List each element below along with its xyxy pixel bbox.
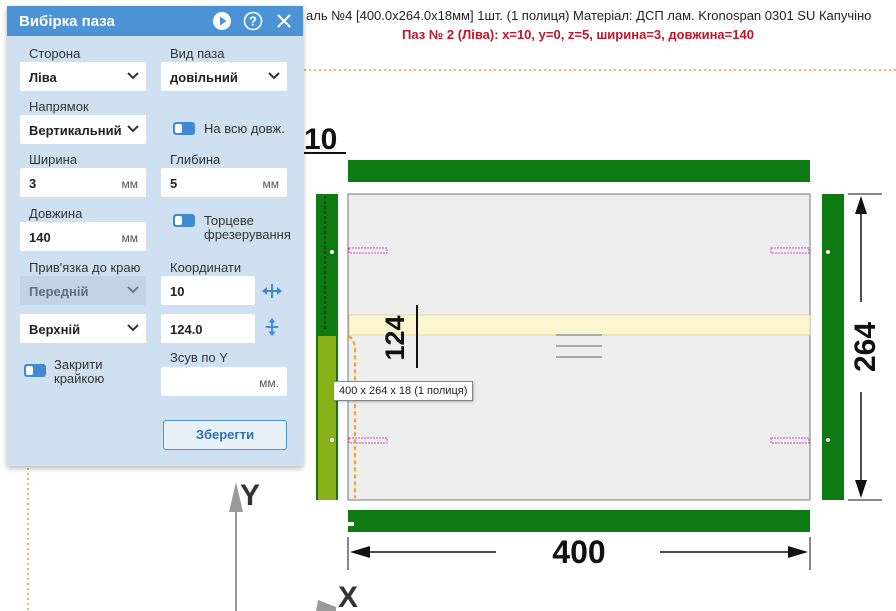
anchor-select-top[interactable]: Верхній <box>20 314 146 343</box>
coord-x-input[interactable]: 10 <box>161 276 255 305</box>
play-icon[interactable] <box>212 11 232 31</box>
chevron-down-icon <box>127 72 139 80</box>
groove-type-label: Вид паза <box>170 46 225 61</box>
edge-band-bottom[interactable] <box>348 510 810 532</box>
length-input[interactable]: 140 мм <box>20 222 146 251</box>
shift-y-label: Зсув по Y <box>170 350 228 365</box>
shift-y-unit: мм. <box>259 376 279 390</box>
length-unit: мм <box>121 231 139 245</box>
coord-y-value: 124.0 <box>170 322 203 337</box>
direction-label: Напрямок <box>29 99 89 114</box>
coords-label: Координати <box>170 260 242 275</box>
edge-band-right[interactable] <box>822 194 844 500</box>
dim-left-value: 124 <box>380 315 410 360</box>
axis-x-label: X <box>338 581 358 611</box>
groove-dialog: Вибірка паза ? Сторона Вид паза Ліва дов… <box>7 6 303 466</box>
coord-y-input[interactable]: 124.0 <box>161 314 255 343</box>
shift-y-input[interactable]: мм. <box>161 367 287 396</box>
end-milling-label-line1: Торцеве <box>204 213 254 228</box>
length-input-value: 140 <box>29 230 51 245</box>
width-input-value: 3 <box>29 176 37 191</box>
side-select[interactable]: Ліва <box>20 62 146 91</box>
depth-unit: мм <box>262 177 280 191</box>
save-button[interactable]: Зберегти <box>163 420 287 450</box>
edge-band-left-dot-1 <box>330 250 334 254</box>
direction-select-value: Вертикальний <box>29 123 122 138</box>
edge-band-right-dot-2 <box>826 438 830 442</box>
close-icon[interactable] <box>274 11 294 31</box>
shelf-highlight-band <box>348 314 811 336</box>
groove-type-select[interactable]: довільний <box>161 62 287 91</box>
dim-right-arrow-down <box>855 480 867 498</box>
chevron-down-icon <box>268 72 280 80</box>
side-label: Сторона <box>29 46 81 61</box>
chevron-down-icon <box>127 286 139 294</box>
end-milling-label-line2: фрезерування <box>204 227 291 242</box>
svg-text:?: ? <box>249 14 257 29</box>
depth-label: Глибина <box>170 152 221 167</box>
depth-input-value: 5 <box>170 176 178 191</box>
width-unit: мм <box>121 177 139 191</box>
header-groove-info: Паз № 2 (Ліва): x=10, y=0, z=5, ширина=3… <box>402 27 754 42</box>
width-input[interactable]: 3 мм <box>20 168 146 197</box>
panel-tooltip: 400 x 264 x 18 (1 полиця) <box>333 381 474 401</box>
close-edge-label-line1: Закрити <box>54 357 103 372</box>
edge-band-left-dot-2 <box>330 438 334 442</box>
vertical-arrows-icon[interactable] <box>261 318 283 336</box>
length-label: Довжина <box>29 206 83 221</box>
header-detail-info: аль №4 [400.0x264.0x18мм] 1шт. (1 полиця… <box>306 8 872 23</box>
full-length-toggle[interactable] <box>173 122 195 135</box>
anchor-label: Прив'язка до краю <box>29 260 141 275</box>
groove-type-select-value: довільний <box>170 70 238 85</box>
dim-bottom-arrow-left <box>350 546 370 558</box>
depth-input[interactable]: 5 мм <box>161 168 287 197</box>
axis-y-label: Y <box>240 479 260 512</box>
edge-band-left-highlight <box>318 336 336 500</box>
dim-bottom-arrow-right <box>788 546 808 558</box>
full-length-label: На всю довж. <box>204 121 285 136</box>
horizontal-arrows-icon[interactable] <box>261 282 283 300</box>
help-icon[interactable]: ? <box>243 11 263 31</box>
coord-x-value: 10 <box>170 284 185 299</box>
anchor-select-front-value: Передній <box>29 284 89 299</box>
anchor-select-front[interactable]: Передній <box>20 276 146 305</box>
width-label: Ширина <box>29 152 78 167</box>
chevron-down-icon <box>127 324 139 332</box>
axis-x-arrow <box>316 600 336 611</box>
close-edge-toggle[interactable] <box>24 364 46 377</box>
direction-select[interactable]: Вертикальний <box>20 115 146 144</box>
dim-top-value: 10 <box>304 123 337 156</box>
chevron-down-icon <box>127 125 139 133</box>
dim-right-arrow-up <box>855 196 867 214</box>
edge-band-right-dot-1 <box>826 250 830 254</box>
close-edge-label: Закрити крайкою <box>54 358 104 386</box>
dialog-title: Вибірка паза <box>19 13 115 30</box>
close-edge-label-line2: крайкою <box>54 371 105 386</box>
edge-band-bottom-marker <box>348 522 354 526</box>
dim-bottom-value: 400 <box>552 534 605 570</box>
anchor-select-top-value: Верхній <box>29 322 81 337</box>
dialog-title-bar[interactable]: Вибірка паза ? <box>7 6 303 36</box>
end-milling-label: Торцеве фрезерування <box>204 214 291 242</box>
edge-band-top[interactable] <box>348 160 810 182</box>
side-select-value: Ліва <box>29 70 57 85</box>
end-milling-toggle[interactable] <box>173 214 195 227</box>
dim-right-value: 264 <box>849 322 882 372</box>
